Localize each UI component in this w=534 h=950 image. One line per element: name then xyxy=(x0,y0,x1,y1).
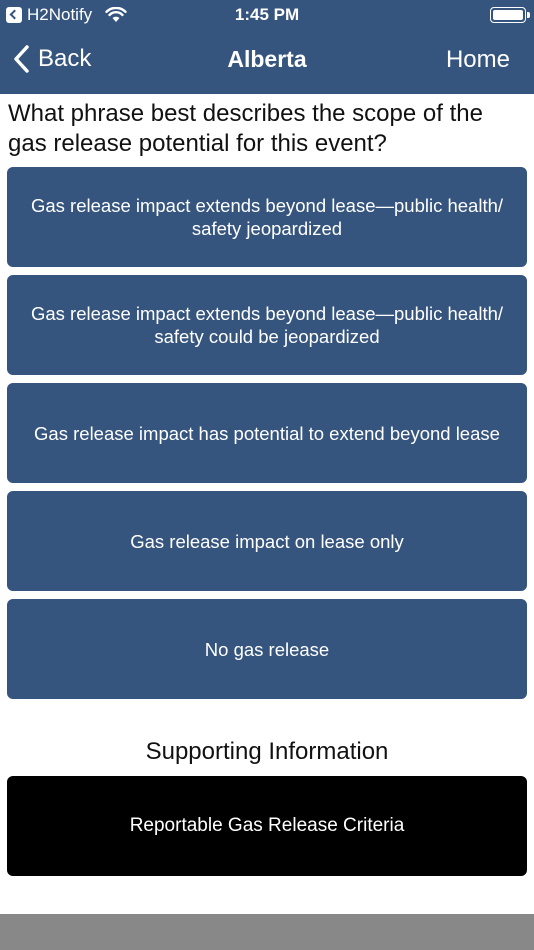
option-button-1[interactable]: Gas release impact extends beyond lease—… xyxy=(7,167,527,267)
status-time: 1:45 PM xyxy=(234,5,300,24)
reportable-gas-release-criteria-button[interactable]: Reportable Gas Release Criteria xyxy=(7,776,527,876)
home-button[interactable]: Home xyxy=(446,46,510,74)
navigation-bar: Back Alberta Home xyxy=(0,30,534,94)
battery-icon xyxy=(490,7,530,23)
supporting-information-heading: Supporting Information xyxy=(145,738,389,765)
option-button-5[interactable]: No gas release xyxy=(7,599,527,699)
question-text: What phrase best describes the scope of … xyxy=(8,100,483,157)
option-button-2[interactable]: Gas release impact extends beyond lease—… xyxy=(7,275,527,375)
top-bar: H2Notify 1:45 PM Back Alberta Home xyxy=(0,0,534,94)
option-button-4[interactable]: Gas release impact on lease only xyxy=(7,491,527,591)
option-button-3[interactable]: Gas release impact has potential to exte… xyxy=(7,383,527,483)
bottom-bar xyxy=(0,914,534,950)
status-bar: H2Notify 1:45 PM xyxy=(0,0,534,30)
